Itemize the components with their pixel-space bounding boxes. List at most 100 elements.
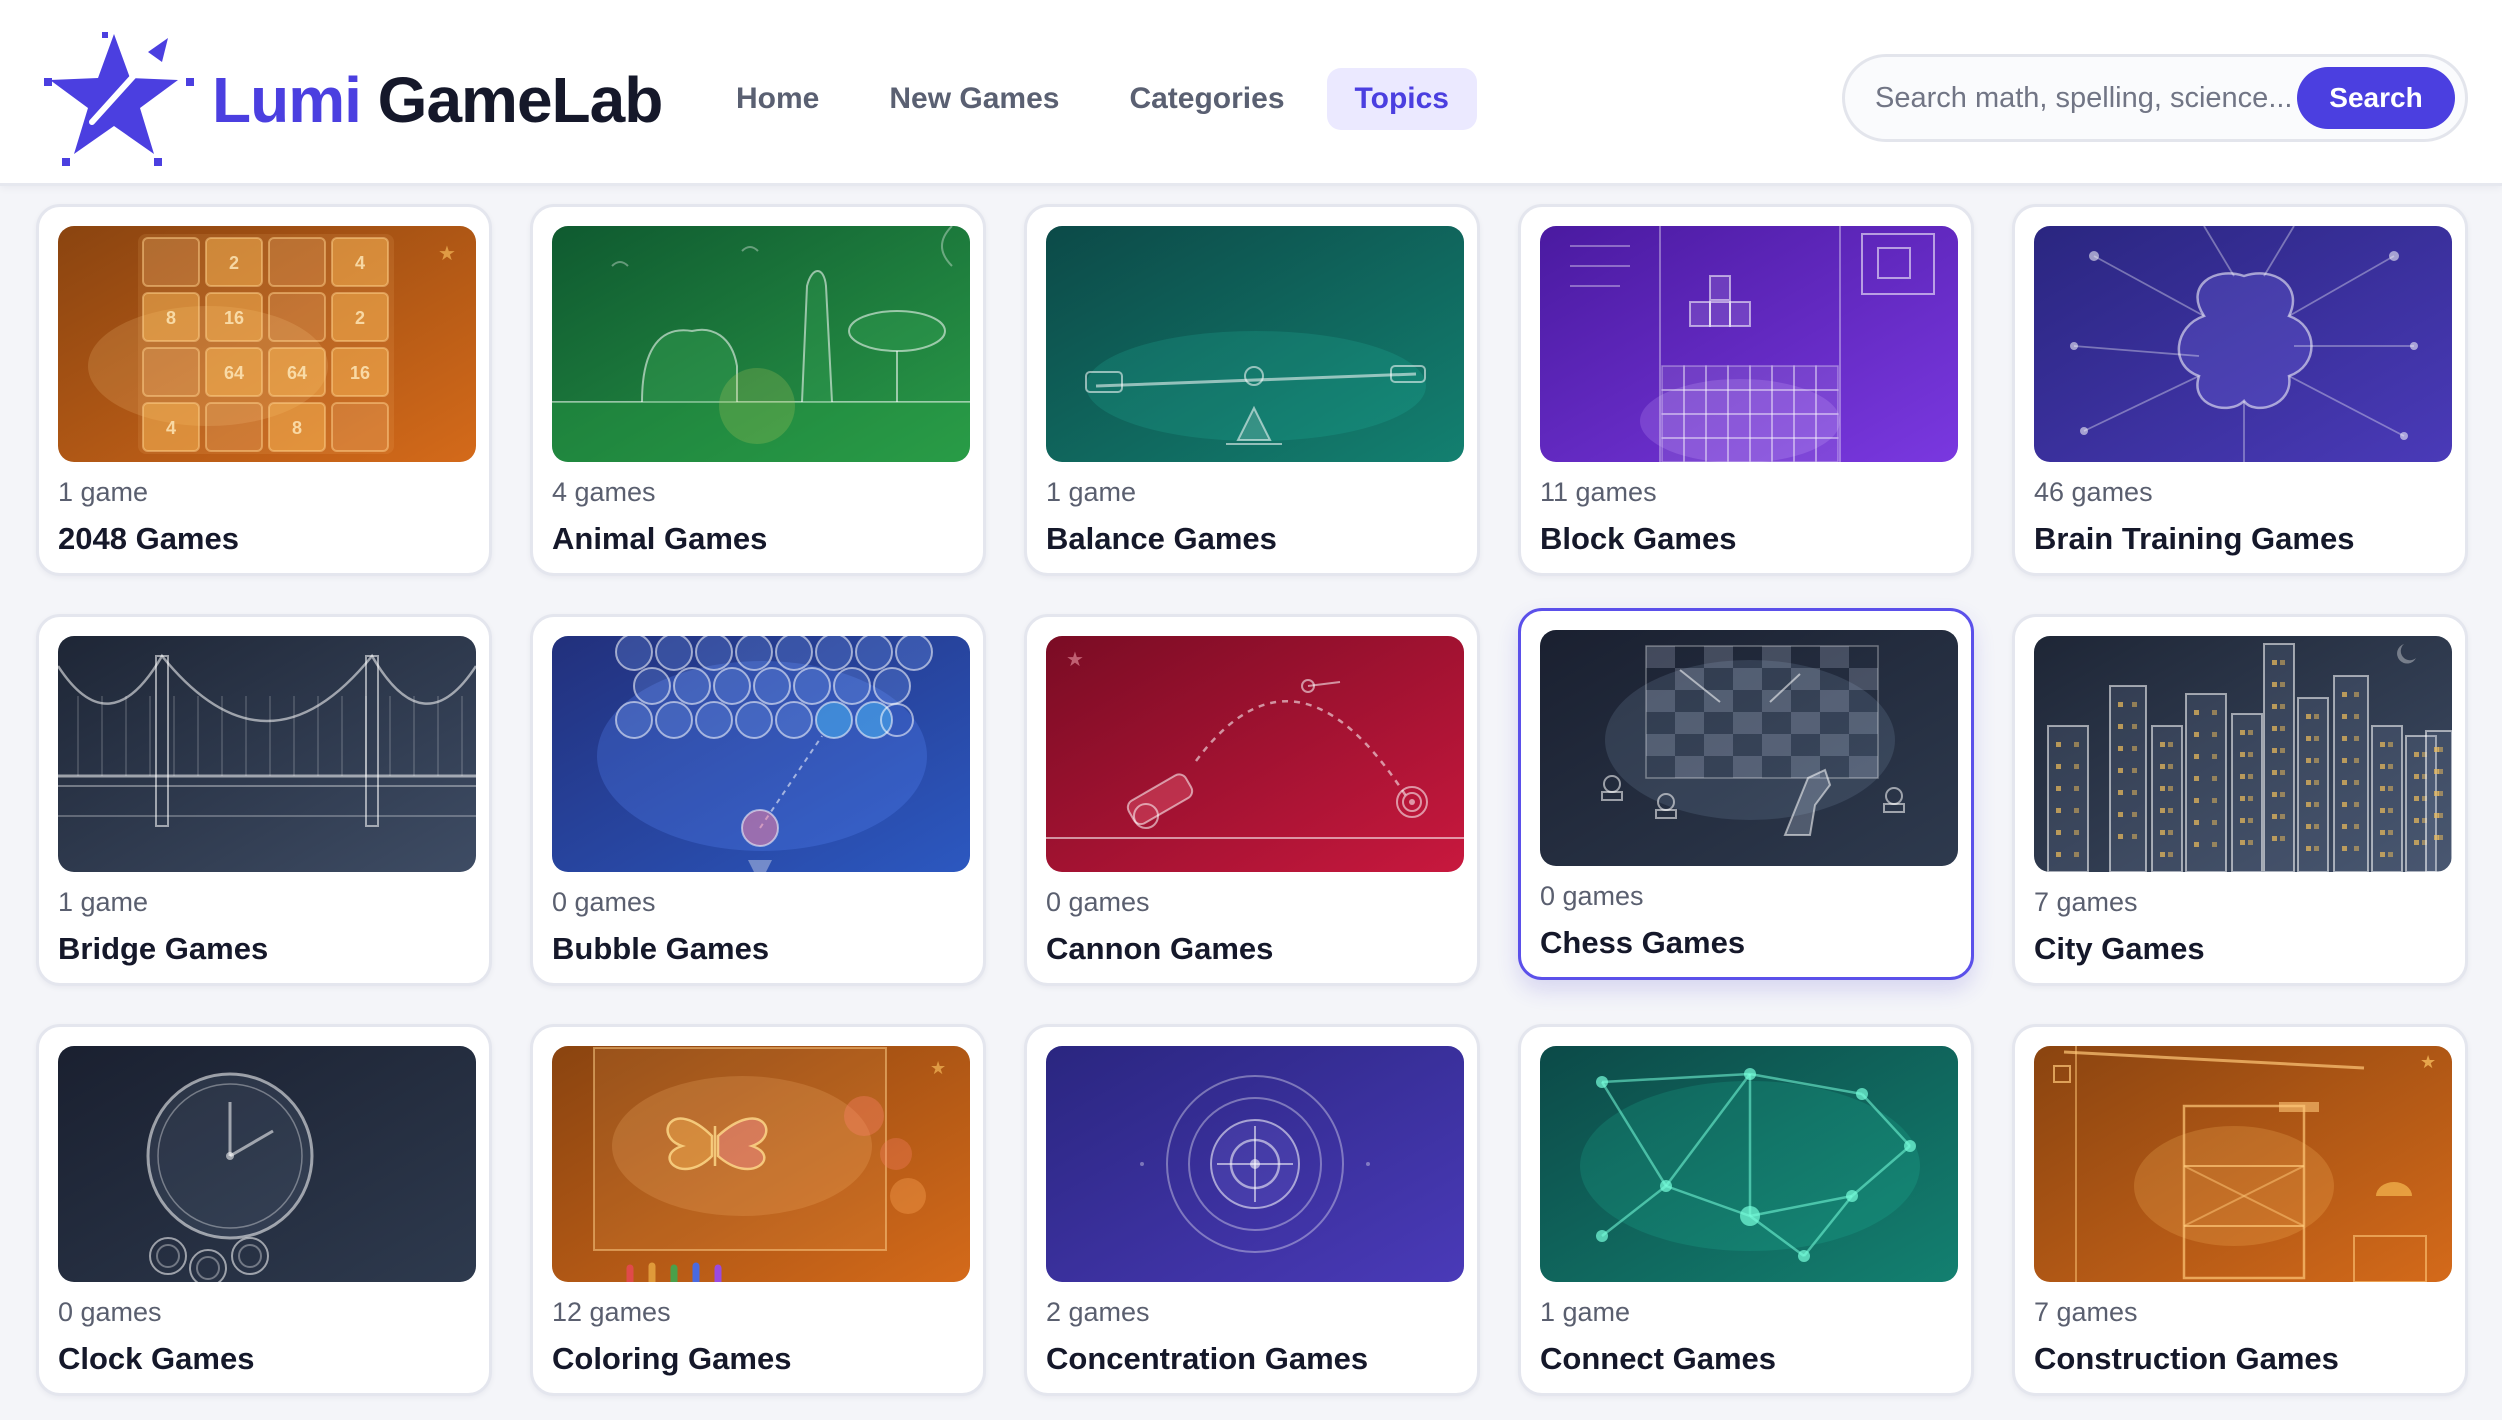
star-pencil-logo-icon[interactable] — [44, 30, 194, 166]
topic-title: Balance Games — [1046, 521, 1277, 556]
topic-game-count: 1 game — [1540, 1297, 1631, 1327]
city-skyline-illustration-icon — [2034, 636, 2452, 872]
topic-title: Clock Games — [58, 1341, 255, 1376]
topic-game-count: 0 games — [1046, 887, 1150, 917]
nav-topics[interactable]: Topics — [1326, 68, 1477, 130]
dot-network-illustration-icon — [1540, 1046, 1958, 1282]
svg-text:★: ★ — [930, 1058, 946, 1078]
site-header: Lumi GameLab Home New Games Categories T… — [0, 0, 2502, 186]
topic-title: Animal Games — [552, 521, 768, 556]
topic-title: Construction Games — [2034, 1341, 2339, 1376]
topic-card[interactable]: 0 games Bubble Games — [530, 614, 986, 986]
topic-card[interactable]: 1 game Balance Games — [1024, 204, 1480, 576]
topic-title: City Games — [2034, 931, 2205, 966]
topic-title: 2048 Games — [58, 521, 239, 556]
svg-text:64: 64 — [287, 363, 307, 383]
topic-game-count: 11 games — [1540, 477, 1657, 507]
topic-title: Block Games — [1540, 521, 1737, 556]
topic-thumbnail — [2034, 226, 2452, 462]
svg-text:★: ★ — [2420, 1052, 2436, 1072]
crane-illustration-icon: ★ — [2034, 1046, 2452, 1282]
topic-card[interactable]: ★ 7 games Construction Games — [2012, 1024, 2468, 1396]
topic-game-count: 4 games — [552, 477, 656, 507]
butterfly-illustration-icon: ★ — [552, 1046, 970, 1282]
search-button[interactable]: Search — [2297, 67, 2455, 129]
topic-thumbnail — [1540, 1046, 1958, 1282]
2048-grid-illustration-icon: 2 4 8 16 2 64 64 16 4 8 ★ — [58, 226, 476, 462]
topic-title: Connect Games — [1540, 1341, 1777, 1376]
topic-game-count: 12 games — [552, 1297, 671, 1327]
topic-card[interactable]: 2 4 8 16 2 64 64 16 4 8 ★ 1 game 2048 Games — [36, 204, 492, 576]
cannon-illustration-icon: ★ — [1046, 636, 1464, 872]
topic-thumbnail — [2034, 636, 2452, 872]
topic-card[interactable]: 1 game Connect Games — [1518, 1024, 1974, 1396]
topic-card[interactable]: 0 games Clock Games — [36, 1024, 492, 1396]
topic-game-count: 7 games — [2034, 1297, 2138, 1327]
seesaw-illustration-icon — [1046, 226, 1464, 462]
search-input[interactable] — [1875, 71, 2299, 125]
search-bar: Search — [1842, 54, 2468, 142]
topic-card[interactable]: 0 games Chess Games — [1518, 608, 1974, 980]
topic-title: Brain Training Games — [2034, 521, 2355, 556]
svg-text:16: 16 — [350, 363, 370, 383]
topic-thumbnail: ★ — [552, 1046, 970, 1282]
bubble-shooter-illustration-icon — [552, 636, 970, 872]
brand-name[interactable]: Lumi GameLab — [212, 62, 664, 138]
topic-card[interactable]: ★ 12 games Coloring Games — [530, 1024, 986, 1396]
svg-text:16: 16 — [224, 308, 244, 328]
svg-text:8: 8 — [166, 308, 176, 328]
nav-new-games[interactable]: New Games — [861, 68, 1087, 130]
topic-game-count: 46 games — [2034, 477, 2153, 507]
topic-game-count: 0 games — [552, 887, 656, 917]
topic-thumbnail — [552, 226, 970, 462]
topic-thumbnail: ★ — [1046, 636, 1464, 872]
topic-game-count: 1 game — [58, 477, 149, 507]
topic-thumbnail — [1046, 1046, 1464, 1282]
svg-text:★: ★ — [1066, 649, 1084, 671]
topic-card[interactable]: 11 games Block Games — [1518, 204, 1974, 576]
topic-thumbnail: ★ — [2034, 1046, 2452, 1282]
topic-game-count: 1 game — [58, 887, 149, 917]
topic-title: Cannon Games — [1046, 931, 1274, 966]
topic-title: Bubble Games — [552, 931, 770, 966]
brand-name-part2: GameLab — [377, 64, 664, 136]
target-illustration-icon — [1046, 1046, 1464, 1282]
brand-name-part1: Lumi — [212, 64, 362, 136]
topic-card[interactable]: ★ 0 games Cannon Games — [1024, 614, 1480, 986]
topic-game-count: 0 games — [58, 1297, 162, 1327]
topic-title: Chess Games — [1540, 925, 1746, 960]
topic-card[interactable]: 7 games City Games — [2012, 614, 2468, 986]
svg-text:4: 4 — [166, 418, 176, 438]
topic-thumbnail — [1046, 226, 1464, 462]
svg-text:8: 8 — [292, 418, 302, 438]
topic-card[interactable]: 4 games Animal Games — [530, 204, 986, 576]
svg-text:2: 2 — [355, 308, 365, 328]
topic-title: Bridge Games — [58, 931, 269, 966]
topic-card[interactable]: 1 game Bridge Games — [36, 614, 492, 986]
topic-game-count: 0 games — [1540, 881, 1644, 911]
nav-categories[interactable]: Categories — [1101, 68, 1312, 130]
topic-card[interactable]: 46 games Brain Training Games — [2012, 204, 2468, 576]
brain-network-illustration-icon — [2034, 226, 2452, 462]
topic-game-count: 2 games — [1046, 1297, 1150, 1327]
svg-text:64: 64 — [224, 363, 244, 383]
svg-text:★: ★ — [438, 243, 456, 265]
topic-game-count: 1 game — [1046, 477, 1137, 507]
topic-card[interactable]: 2 games Concentration Games — [1024, 1024, 1480, 1396]
topic-thumbnail: 2 4 8 16 2 64 64 16 4 8 ★ — [58, 226, 476, 462]
topic-thumbnail — [552, 636, 970, 872]
chessboard-illustration-icon — [1540, 630, 1958, 866]
main-nav: Home New Games Categories Topics — [708, 68, 1477, 130]
nav-home[interactable]: Home — [708, 68, 847, 130]
topic-thumbnail — [1540, 226, 1958, 462]
topic-title: Concentration Games — [1046, 1341, 1369, 1376]
falling-blocks-illustration-icon — [1540, 226, 1958, 462]
animal-scene-illustration-icon — [552, 226, 970, 462]
svg-text:4: 4 — [355, 253, 365, 273]
svg-text:2: 2 — [229, 253, 239, 273]
topic-title: Coloring Games — [552, 1341, 792, 1376]
topic-thumbnail — [58, 1046, 476, 1282]
suspension-bridge-illustration-icon — [58, 636, 476, 872]
clock-illustration-icon — [58, 1046, 476, 1282]
topic-thumbnail — [58, 636, 476, 872]
